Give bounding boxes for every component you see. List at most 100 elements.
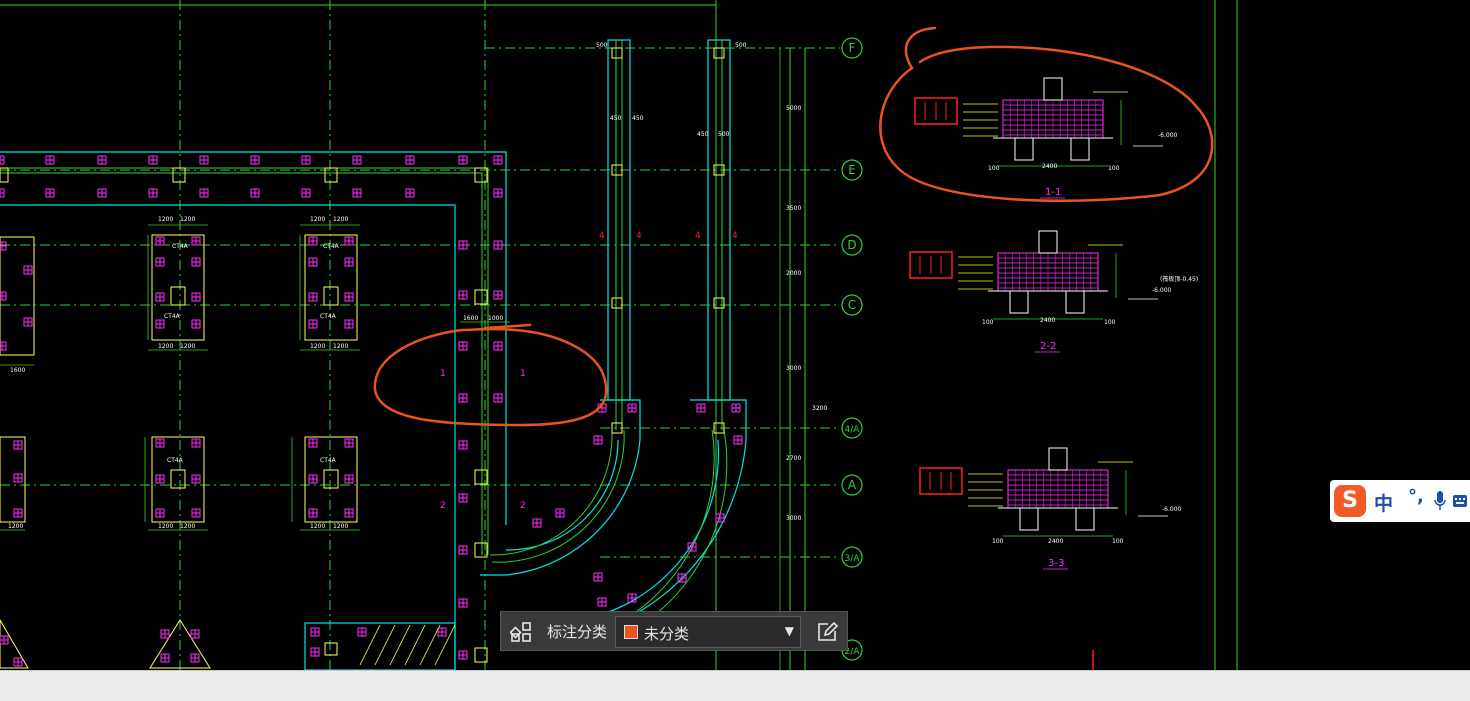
pile-symbol xyxy=(191,474,201,484)
pile-symbol xyxy=(715,513,725,523)
pile-symbol xyxy=(308,474,318,484)
pile-symbol xyxy=(250,155,260,165)
elevation-label: (筏板顶-0.45) xyxy=(1160,275,1198,283)
pile-symbol xyxy=(344,292,354,302)
pile-symbol xyxy=(23,265,33,275)
pile-symbol xyxy=(191,438,201,448)
pile-symbol xyxy=(45,155,55,165)
ime-mode-toggle[interactable]: 中 xyxy=(1374,489,1393,516)
dim-text: 1200 xyxy=(310,216,325,223)
pile-symbol xyxy=(458,290,468,300)
dim-text: 3500 xyxy=(786,205,801,212)
dim-text: 450 xyxy=(697,131,709,138)
pile-symbol xyxy=(405,188,415,198)
dim-text: 1200 xyxy=(333,523,348,530)
pile-symbol xyxy=(97,188,107,198)
pile-symbol xyxy=(191,257,201,267)
section-title-1: 1-1 xyxy=(1045,187,1061,198)
column-tag: CT4A xyxy=(320,457,337,464)
pile-symbol xyxy=(458,493,468,503)
microphone-icon[interactable] xyxy=(1434,490,1446,512)
pile-symbol xyxy=(593,572,603,582)
bay-mark: 4 xyxy=(695,231,701,241)
edit-note-icon[interactable] xyxy=(813,618,841,646)
pile-symbol xyxy=(597,597,607,607)
annotation-toolbar: 标注分类 未分类 ▼ xyxy=(500,611,848,651)
dim-text: 1200 xyxy=(333,216,348,223)
cad-drawing-canvas[interactable]: FEDC4/AA3/A2/A 1200 1200 1200 1200 1200 … xyxy=(0,0,1470,670)
pile-cap-section xyxy=(963,77,1163,167)
pile-symbol xyxy=(148,188,158,198)
bay-mark: 4 xyxy=(732,231,738,241)
dim-text: 500 xyxy=(735,42,747,49)
dim-text: 3000 xyxy=(786,365,801,372)
pile-symbol xyxy=(301,188,311,198)
pile-symbol xyxy=(493,290,503,300)
dim-text: 1200 xyxy=(333,343,348,350)
pile-symbol xyxy=(352,188,362,198)
bay-mark: 1 xyxy=(520,369,526,379)
pile-symbol xyxy=(301,155,311,165)
keyboard-icon[interactable] xyxy=(1452,490,1468,512)
bay-mark: 4 xyxy=(636,231,642,241)
pile-symbol xyxy=(310,647,320,657)
column-tag: CT4A xyxy=(167,457,184,464)
column-tag: CT4A xyxy=(172,243,189,250)
axis-bubble-C: C xyxy=(841,294,863,316)
pile-symbol xyxy=(344,508,354,518)
axis-bubble-A: A xyxy=(841,474,863,496)
pile-symbol xyxy=(687,542,697,552)
pile-symbol xyxy=(458,440,468,450)
grid-view-icon[interactable] xyxy=(507,618,535,646)
pile-symbol xyxy=(458,240,468,250)
dim-text: 1200 xyxy=(180,216,195,223)
elevation-label: -6.000 xyxy=(1152,287,1172,294)
dim-text: 3000 xyxy=(786,515,801,522)
column-tag: CT4A xyxy=(164,313,181,320)
svg-text:3/A: 3/A xyxy=(845,554,861,564)
axis-bubble-E: E xyxy=(841,159,863,181)
dim-text: 1200 xyxy=(180,343,195,350)
ime-punctuation-toggle[interactable]: °, xyxy=(1408,486,1424,507)
pile-symbol xyxy=(13,508,23,518)
svg-text:F: F xyxy=(849,41,856,55)
pile-symbol xyxy=(191,236,201,246)
category-select[interactable]: 未分类 ▼ xyxy=(615,616,801,648)
pile-symbol xyxy=(493,240,503,250)
pile-symbol xyxy=(0,155,5,165)
pile-symbol xyxy=(458,155,468,165)
section-dim: 100 xyxy=(992,538,1004,545)
pile-symbol xyxy=(23,317,33,327)
pile-symbol xyxy=(627,593,637,603)
pile-symbol xyxy=(357,627,367,637)
pile-symbol xyxy=(733,435,743,445)
pile-symbol xyxy=(344,438,354,448)
dim-text: 3200 xyxy=(812,405,827,412)
category-color-swatch xyxy=(624,625,638,639)
pile-symbol xyxy=(310,627,320,637)
pile-symbol xyxy=(13,440,23,450)
dim-text: 1000 xyxy=(488,315,503,322)
pile-symbol xyxy=(0,188,5,198)
pile-symbol xyxy=(344,257,354,267)
pile-symbol xyxy=(308,236,318,246)
ime-toolbar[interactable]: S 中 °, xyxy=(1330,480,1470,522)
pile-symbol xyxy=(437,627,447,637)
pile-symbol xyxy=(190,653,200,663)
section-dim: 2400 xyxy=(1048,538,1063,545)
pile-symbol xyxy=(148,155,158,165)
dim-text: 500 xyxy=(596,42,608,49)
section-dim: 100 xyxy=(1104,319,1116,326)
dim-text: 450 xyxy=(610,115,622,122)
ime-logo-icon[interactable]: S xyxy=(1334,485,1366,517)
chevron-down-icon[interactable]: ▼ xyxy=(785,624,794,638)
pile-symbol xyxy=(155,474,165,484)
dim-text: 1600 xyxy=(10,367,25,374)
status-strip xyxy=(0,670,1470,701)
axis-bubble-4-A: 4/A xyxy=(841,417,863,439)
dim-text: 1200 xyxy=(310,343,325,350)
pile-symbol xyxy=(160,629,170,639)
axis-bubble-D: D xyxy=(841,234,863,256)
dim-text: 1200 xyxy=(180,523,195,530)
pile-symbol xyxy=(155,257,165,267)
